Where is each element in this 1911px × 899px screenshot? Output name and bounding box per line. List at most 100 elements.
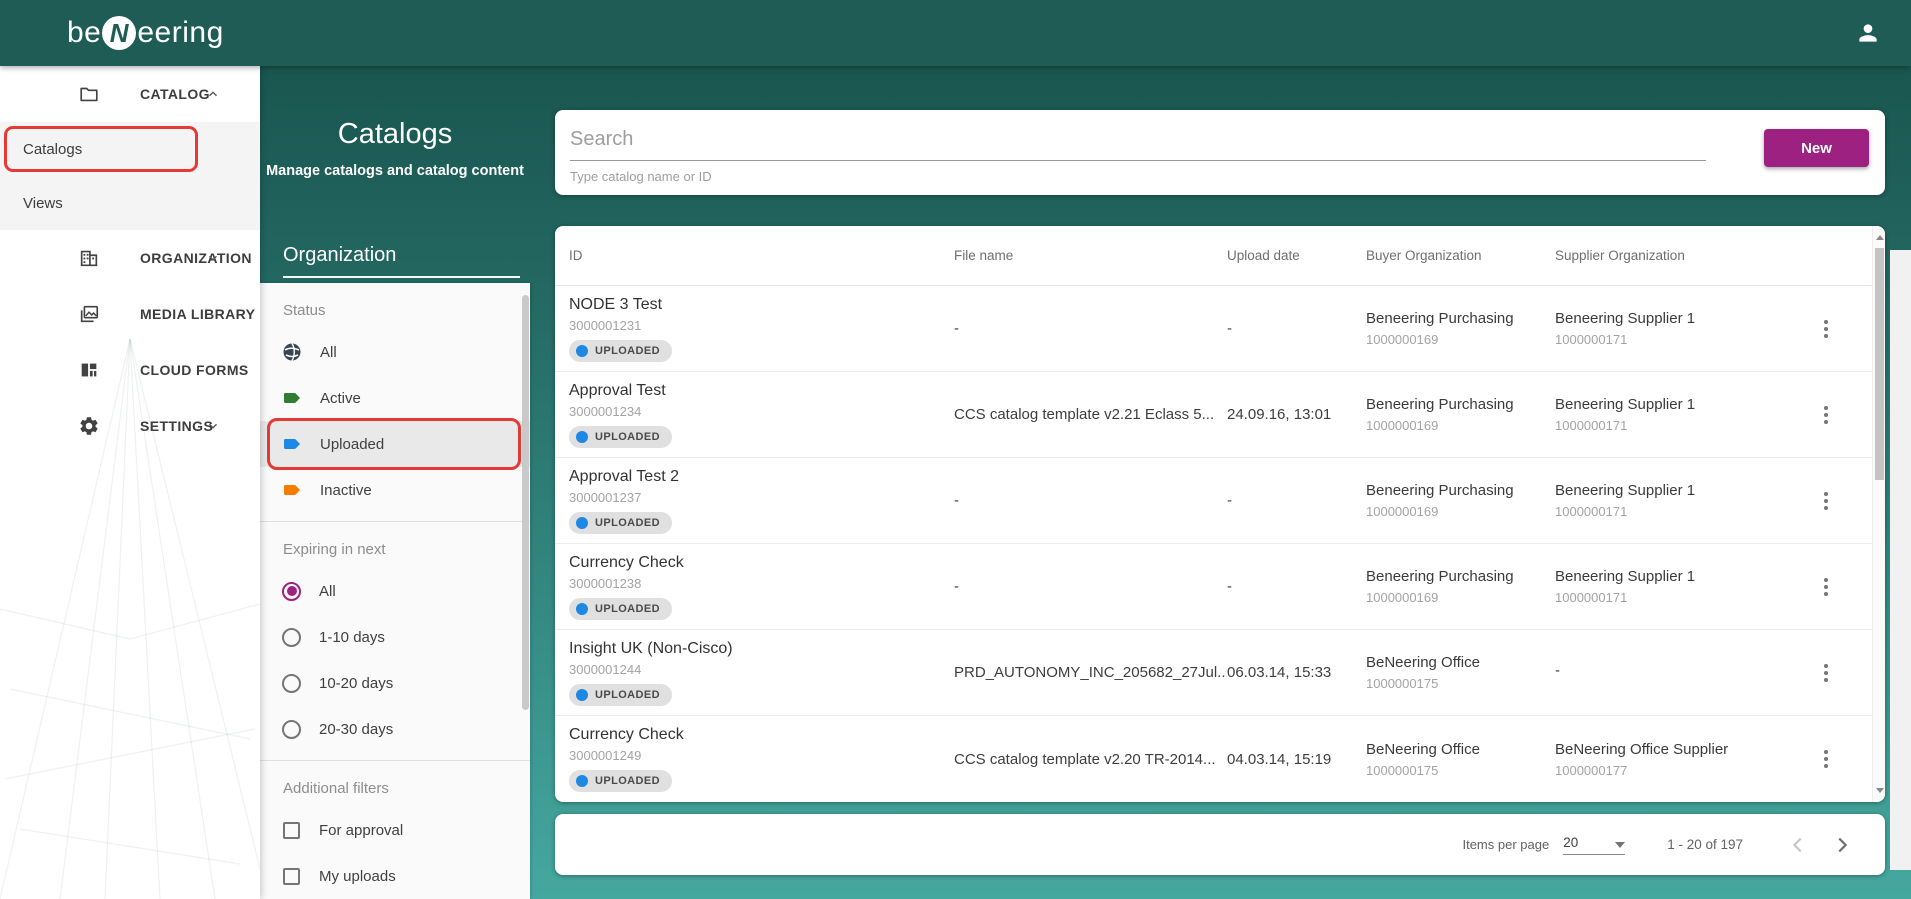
- catalog-name: Approval Test: [569, 382, 954, 400]
- radio-button[interactable]: [282, 674, 301, 693]
- expiring-filter-option[interactable]: 10-20 days: [260, 660, 530, 706]
- sidebar-item-cloud-forms[interactable]: CLOUD FORMS: [0, 342, 260, 398]
- status-filter-option[interactable]: Active: [260, 375, 530, 421]
- sidebar-item-settings[interactable]: SETTINGS: [0, 398, 260, 454]
- expiring-filter-group: All 1-10 days 10-20 days 20-30 days: [260, 568, 530, 752]
- supplier-organization-cell: Beneering Supplier 1 1000000171: [1555, 310, 1810, 347]
- status-badge-label: UPLOADED: [595, 603, 660, 615]
- catalog-id: 3000001234: [569, 404, 954, 419]
- catalog-row[interactable]: Approval Test 2 3000001237 UPLOADED - - …: [555, 458, 1885, 544]
- supplier-organization-id: 1000000171: [1555, 418, 1810, 433]
- sidebar-item-media-library[interactable]: MEDIA LIBRARY: [0, 286, 260, 342]
- upload-date-cell: -: [1227, 320, 1366, 337]
- row-actions-menu-button[interactable]: [1818, 400, 1834, 430]
- status-filter-label: Active: [320, 390, 361, 407]
- sidebar-item-label: MEDIA LIBRARY: [140, 306, 255, 322]
- radio-button[interactable]: [282, 582, 301, 601]
- catalog-row[interactable]: Currency Check 3000001249 UPLOADED CCS c…: [555, 716, 1885, 802]
- catalog-row[interactable]: Currency Check 3000001238 UPLOADED - - B…: [555, 544, 1885, 630]
- filter-panel: Status All Active: [260, 283, 530, 899]
- sidebar-item-catalog[interactable]: CATALOG: [0, 66, 260, 122]
- gear-icon: [78, 415, 100, 437]
- row-actions-menu-button[interactable]: [1818, 486, 1834, 516]
- catalog-row[interactable]: NODE 3 Test 3000001231 UPLOADED - - Bene…: [555, 286, 1885, 372]
- search-input[interactable]: [570, 126, 1706, 161]
- status-filter-option[interactable]: All: [260, 329, 530, 375]
- catalog-id: 3000001231: [569, 318, 954, 333]
- globe-icon: [282, 342, 302, 362]
- expiring-filter-option[interactable]: 1-10 days: [260, 614, 530, 660]
- status-dot-icon: [576, 775, 588, 787]
- buyer-organization-name: Beneering Purchasing: [1366, 568, 1555, 585]
- page-scrollbar-track[interactable]: [1890, 250, 1911, 870]
- sidebar-item-label: CLOUD FORMS: [140, 362, 249, 378]
- expiring-filter-option[interactable]: All: [260, 568, 530, 614]
- catalog-row[interactable]: Approval Test 3000001234 UPLOADED CCS ca…: [555, 372, 1885, 458]
- logo-emblem-icon: N: [102, 16, 136, 50]
- search-card: Type catalog name or ID New: [555, 110, 1885, 195]
- supplier-organization-id: 1000000171: [1555, 332, 1810, 347]
- additional-filter-label: My uploads: [319, 868, 396, 885]
- catalog-id: 3000001238: [569, 576, 954, 591]
- table-scrollbar[interactable]: [1872, 226, 1885, 802]
- row-actions-menu-button[interactable]: [1818, 658, 1834, 688]
- sidebar-item-label: SETTINGS: [140, 418, 213, 434]
- catalog-row[interactable]: Insight UK (Non-Cisco) 3000001244 UPLOAD…: [555, 630, 1885, 716]
- next-page-button[interactable]: [1829, 832, 1855, 858]
- sidebar-subitem[interactable]: Views: [0, 176, 260, 230]
- sidebar-subitem[interactable]: Catalogs: [0, 122, 260, 176]
- file-name-cell: CCS catalog template v2.21 Eclass 5...: [954, 406, 1227, 423]
- items-per-page-select[interactable]: 20: [1563, 835, 1625, 855]
- buyer-organization-id: 1000000169: [1366, 504, 1555, 519]
- catalog-name-cell: Approval Test 3000001234 UPLOADED: [569, 372, 954, 448]
- supplier-organization-id: 1000000177: [1555, 763, 1810, 778]
- pagination-range: 1 - 20 of 197: [1667, 837, 1743, 852]
- status-badge-label: UPLOADED: [595, 689, 660, 701]
- catalog-name: Approval Test 2: [569, 468, 954, 486]
- status-filter-label: Uploaded: [320, 436, 384, 453]
- row-actions-menu-button[interactable]: [1818, 744, 1834, 774]
- checkbox[interactable]: [283, 822, 300, 839]
- supplier-organization-cell: -: [1555, 662, 1810, 684]
- row-actions-menu-button[interactable]: [1818, 314, 1834, 344]
- additional-filter-option[interactable]: For approval: [260, 807, 530, 853]
- supplier-organization-id: 1000000171: [1555, 504, 1810, 519]
- previous-page-button[interactable]: [1785, 832, 1811, 858]
- supplier-organization-cell: Beneering Supplier 1 1000000171: [1555, 482, 1810, 519]
- filter-scrollbar-thumb[interactable]: [522, 295, 529, 710]
- new-catalog-button[interactable]: New: [1764, 129, 1869, 167]
- supplier-organization-name: Beneering Supplier 1: [1555, 568, 1810, 585]
- radio-button[interactable]: [282, 720, 301, 739]
- status-badge-label: UPLOADED: [595, 431, 660, 443]
- additional-filter-option[interactable]: My uploads: [260, 853, 530, 899]
- status-filter-option[interactable]: Uploaded: [260, 421, 530, 467]
- status-dot-icon: [576, 603, 588, 615]
- organization-selector[interactable]: Organization: [283, 244, 520, 278]
- sidebar-item-label: CATALOG: [140, 86, 210, 102]
- scroll-down-icon[interactable]: [1876, 788, 1884, 793]
- catalog-name: NODE 3 Test: [569, 296, 954, 314]
- supplier-organization-name: Beneering Supplier 1: [1555, 310, 1810, 327]
- upload-date-cell: 24.09.16, 13:01: [1227, 406, 1366, 423]
- radio-button[interactable]: [282, 628, 301, 647]
- supplier-organization-name: BeNeering Office Supplier: [1555, 741, 1810, 758]
- checkbox[interactable]: [283, 868, 300, 885]
- catalog-id: 3000001244: [569, 662, 954, 677]
- file-name-cell: -: [954, 492, 1227, 509]
- row-actions-menu-button[interactable]: [1818, 572, 1834, 602]
- column-header: Buyer Organization: [1366, 248, 1555, 263]
- table-header-row: IDFile nameUpload dateBuyer Organization…: [555, 226, 1885, 286]
- user-account-button[interactable]: [1851, 16, 1885, 50]
- sidebar-item-organization[interactable]: ORGANIZATION: [0, 230, 260, 286]
- expiring-filter-option[interactable]: 20-30 days: [260, 706, 530, 752]
- buyer-organization-cell: Beneering Purchasing 1000000169: [1366, 482, 1555, 519]
- filter-section-label: Expiring in next: [260, 530, 530, 568]
- file-name-cell: -: [954, 578, 1227, 595]
- sidebar-item-label: ORGANIZATION: [140, 250, 252, 266]
- table-scrollbar-thumb[interactable]: [1875, 248, 1884, 480]
- status-filter-option[interactable]: Inactive: [260, 467, 530, 513]
- status-dot-icon: [576, 345, 588, 357]
- buyer-organization-name: BeNeering Office: [1366, 741, 1555, 758]
- scroll-up-icon[interactable]: [1876, 235, 1884, 240]
- buyer-organization-id: 1000000169: [1366, 332, 1555, 347]
